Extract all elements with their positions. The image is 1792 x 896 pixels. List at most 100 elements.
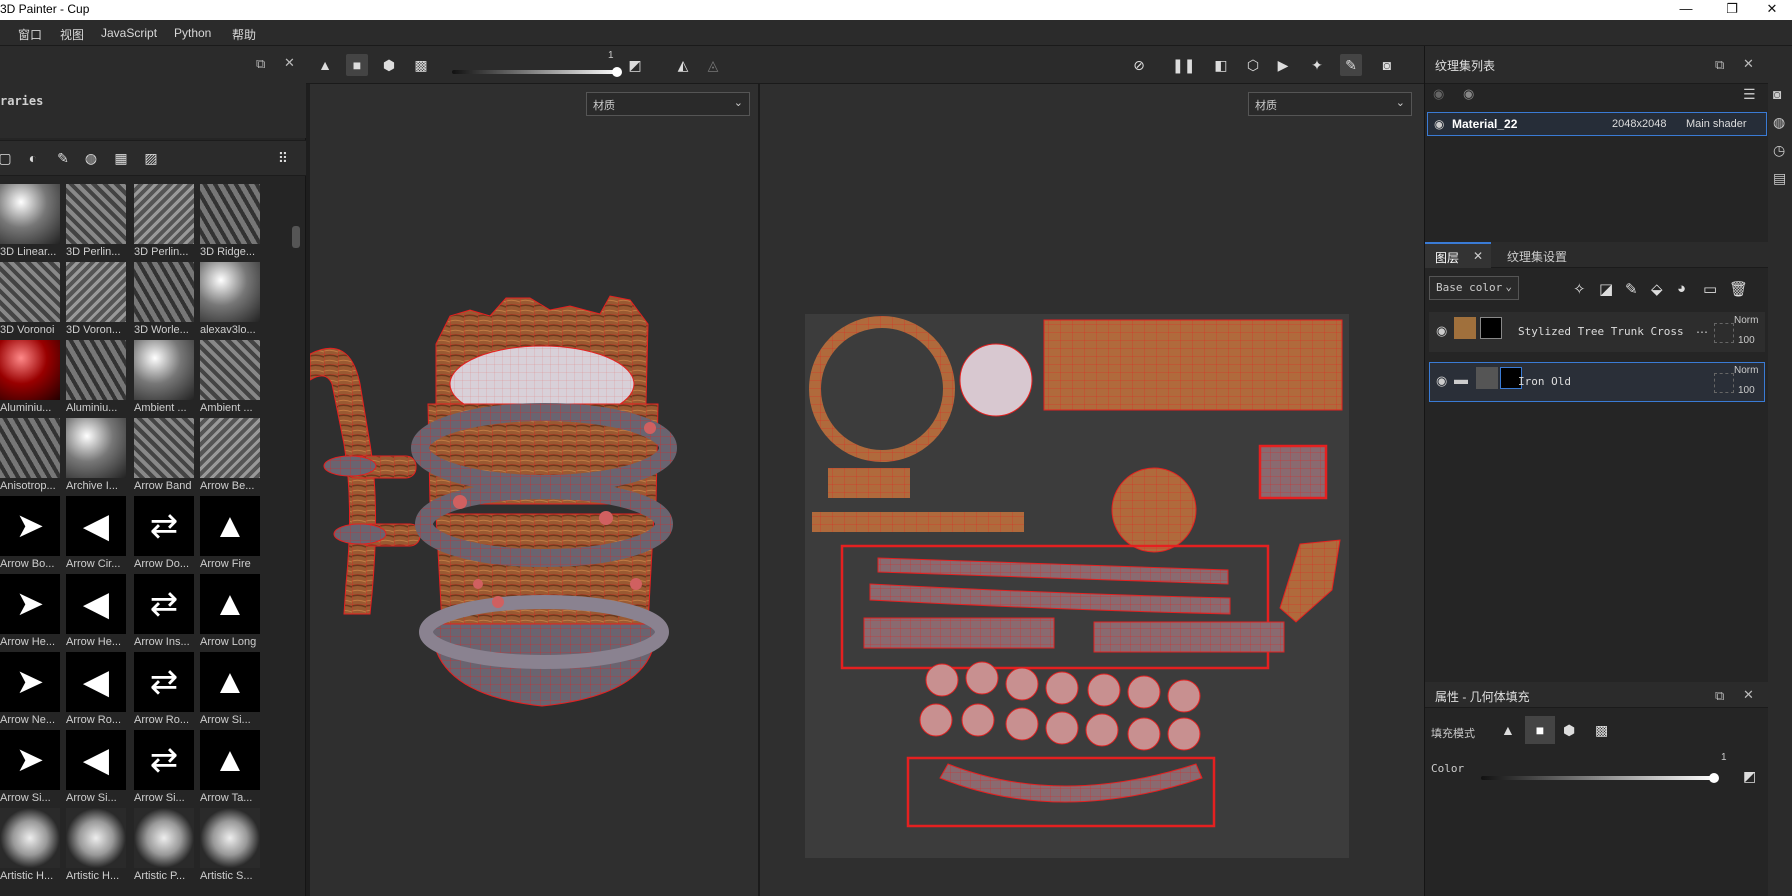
symmetry-icon[interactable]: ◭ (672, 54, 694, 76)
asset-item[interactable]: ➤ Arrow Ne... (0, 652, 60, 730)
asset-item[interactable]: ⇄ Arrow Si... (134, 730, 194, 808)
menu-icon[interactable]: ☰ (1743, 86, 1756, 103)
asset-item[interactable]: ◀ Arrow Cir... (66, 496, 126, 574)
asset-item[interactable]: ◀ Arrow Si... (66, 730, 126, 808)
mask-slot[interactable] (1714, 373, 1734, 393)
layer-blend-mode[interactable]: Norm (1734, 365, 1758, 376)
toolbar-slider[interactable] (452, 70, 620, 74)
asset-item[interactable]: Anisotrop... (0, 418, 60, 496)
menu-help[interactable]: 帮助 (232, 26, 256, 43)
asset-item[interactable]: ⇄ Arrow Ro... (134, 652, 194, 730)
asset-item[interactable]: ▲ Arrow Ta... (200, 730, 260, 808)
asset-item[interactable]: 3D Worle... (134, 262, 194, 340)
symmetry-off-icon[interactable]: ◬ (702, 54, 724, 76)
eye-icon[interactable]: ◉ (1436, 323, 1447, 339)
maximize-icon[interactable]: ❐ (1712, 0, 1752, 20)
triangle-fill-icon[interactable]: ▲ (314, 54, 336, 76)
close-panel-icon[interactable]: ✕ (1743, 56, 1754, 72)
close-panel-icon[interactable]: ✕ (284, 55, 295, 71)
screenshot-icon[interactable]: ◙ (1376, 54, 1398, 76)
cube-view-icon[interactable]: ⬡ (1242, 54, 1264, 76)
mask-slot[interactable] (1714, 323, 1734, 343)
cube-fill-icon[interactable]: ⬢ (378, 54, 400, 76)
float-panel-icon[interactable]: ⧉ (1715, 57, 1724, 73)
asset-item[interactable]: ➤ Arrow He... (0, 574, 60, 652)
square-filter-icon[interactable]: ▢ (0, 149, 14, 167)
close-icon[interactable]: ✕ (1752, 0, 1792, 20)
add-mask-icon[interactable]: ◪ (1599, 280, 1613, 298)
camera-icon[interactable]: ▶ (1272, 54, 1294, 76)
asset-item[interactable]: Artistic H... (0, 808, 60, 886)
layer-blend-mode[interactable]: Norm (1734, 315, 1758, 326)
texture-set-row[interactable]: ◉ Material_22 2048x2048 Main shader (1427, 112, 1767, 136)
light-icon[interactable]: ✦ (1306, 54, 1328, 76)
color-picker-icon[interactable]: ◩ (1743, 768, 1756, 785)
image-filter-icon[interactable]: ▨ (142, 149, 160, 167)
shader-icon[interactable]: ◍ (1773, 114, 1785, 131)
log-icon[interactable]: ▤ (1773, 170, 1786, 187)
magic-wand-icon[interactable]: ✧ (1573, 280, 1586, 298)
history-icon[interactable]: ◷ (1773, 142, 1785, 159)
asset-item[interactable]: 3D Voron... (66, 262, 126, 340)
pause-icon[interactable]: ❚❚ (1172, 54, 1195, 76)
asset-item[interactable]: Ambient ... (134, 340, 194, 418)
split-view-icon[interactable]: ◧ (1210, 54, 1232, 76)
asset-item[interactable]: 3D Linear... (0, 184, 60, 262)
folder-icon[interactable]: ▭ (1703, 280, 1717, 298)
asset-item[interactable]: Aluminiu... (66, 340, 126, 418)
menu-python[interactable]: Python (174, 26, 211, 40)
trash-icon[interactable]: 🗑 (1729, 280, 1748, 298)
brush-filter-icon[interactable]: ✎ (54, 149, 72, 167)
hide-icon[interactable]: ⊘ (1128, 54, 1150, 76)
eye-icon[interactable]: ◉ (1434, 117, 1444, 131)
grid-filter-icon[interactable]: ▦ (112, 149, 130, 167)
asset-item[interactable]: ⇄ Arrow Ins... (134, 574, 194, 652)
grid-view-icon[interactable]: ⠿ (274, 149, 292, 167)
asset-item[interactable]: ▲ Arrow Fire (200, 496, 260, 574)
layer-opacity[interactable]: 100 (1738, 385, 1755, 396)
asset-item[interactable]: ⇄ Arrow Do... (134, 496, 194, 574)
checker-fill-icon[interactable]: ▩ (410, 54, 432, 76)
cube-fill-icon[interactable]: ⬢ (1563, 722, 1575, 739)
asset-item[interactable]: Arrow Band (134, 418, 194, 496)
paint-mode-icon[interactable]: ✎ (1340, 54, 1362, 76)
float-panel-icon[interactable]: ⧉ (256, 56, 265, 72)
eye-icon[interactable]: ◉ (1463, 86, 1474, 102)
asset-item[interactable]: 3D Voronoi (0, 262, 60, 340)
asset-item[interactable]: ◀ Arrow He... (66, 574, 126, 652)
tab-texture-set-settings[interactable]: 纹理集设置 (1507, 248, 1567, 265)
more-icon[interactable]: ⋯ (1696, 325, 1708, 339)
eye-icon[interactable]: ◉ (1436, 373, 1447, 389)
close-panel-icon[interactable]: ✕ (1743, 687, 1754, 703)
layer-row[interactable]: ◉ ▬ Iron Old Norm 100 (1429, 362, 1765, 402)
float-panel-icon[interactable]: ⧉ (1715, 688, 1724, 704)
menu-view[interactable]: 视图 (60, 26, 84, 43)
color-picker-icon[interactable]: ◩ (624, 54, 646, 76)
asset-item[interactable]: Aluminiu... (0, 340, 60, 418)
asset-item[interactable]: ◀ Arrow Ro... (66, 652, 126, 730)
channel-dropdown[interactable]: Base color ⌄ (1429, 276, 1519, 300)
menu-javascript[interactable]: JavaScript (101, 26, 157, 40)
asset-item[interactable]: alexav3lo... (200, 262, 260, 340)
visibility-off-icon[interactable]: ◉ (1433, 86, 1444, 102)
minimize-icon[interactable]: — (1666, 0, 1706, 20)
asset-item[interactable]: 3D Perlin... (134, 184, 194, 262)
layer-row[interactable]: ◉ Stylized Tree Trunk Cross ⋯ Norm 100 (1429, 312, 1765, 352)
smart-material-icon[interactable]: ◕ (1677, 280, 1686, 297)
viewport-2d[interactable]: 材质 ⌄ (760, 84, 1424, 896)
toolbar-slider-knob[interactable] (612, 67, 622, 77)
asset-item[interactable]: Ambient ... (200, 340, 260, 418)
asset-item[interactable]: ▲ Arrow Si... (200, 652, 260, 730)
asset-item[interactable]: Archive I... (66, 418, 126, 496)
asset-item[interactable]: 3D Ridge... (200, 184, 260, 262)
menu-window[interactable]: 窗口 (18, 26, 42, 43)
asset-item[interactable]: Artistic S... (200, 808, 260, 886)
camera-icon[interactable]: ◙ (1773, 86, 1781, 102)
square-fill-icon[interactable]: ■ (1525, 716, 1555, 744)
texture-filter-icon[interactable]: ◍ (82, 149, 100, 167)
asset-item[interactable]: 3D Perlin... (66, 184, 126, 262)
asset-item[interactable]: Artistic P... (134, 808, 194, 886)
asset-item[interactable]: ▲ Arrow Long (200, 574, 260, 652)
asset-item[interactable]: Arrow Be... (200, 418, 260, 496)
square-fill-icon[interactable]: ■ (346, 54, 368, 76)
